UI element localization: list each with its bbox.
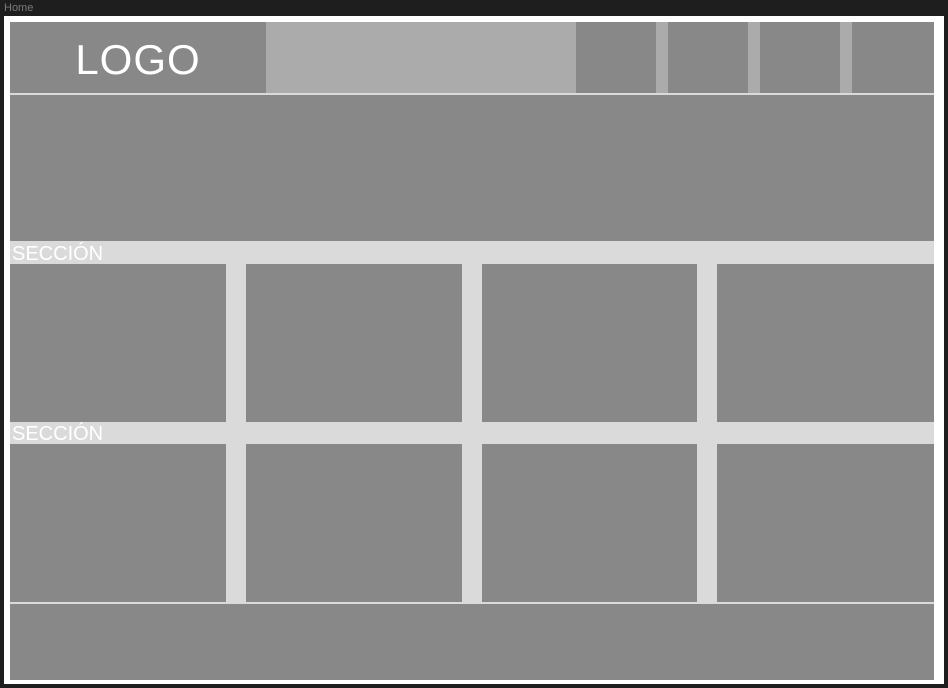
nav-separator <box>748 22 760 93</box>
search-bar[interactable] <box>266 22 576 93</box>
nav-separator <box>656 22 668 93</box>
nav-item-2[interactable] <box>668 22 748 93</box>
logo-block[interactable]: LOGO <box>10 22 266 93</box>
section-1-card-4[interactable] <box>717 264 934 422</box>
footer[interactable] <box>10 604 934 680</box>
section-1-card-2[interactable] <box>246 264 462 422</box>
section-1-card-3[interactable] <box>482 264 697 422</box>
hero-banner[interactable] <box>10 95 934 241</box>
home-wireframe: LOGO SECCIÓN SECCIÓN <box>10 22 934 680</box>
frame-title: Home <box>4 2 34 14</box>
section-2-card-4[interactable] <box>717 444 934 602</box>
nav-item-3[interactable] <box>760 22 840 93</box>
section-2-card-3[interactable] <box>482 444 697 602</box>
nav-item-1[interactable] <box>576 22 656 93</box>
section-1-card-1[interactable] <box>10 264 226 422</box>
logo-text: LOGO <box>75 36 201 83</box>
nav-separator <box>840 22 852 93</box>
section-label: SECCIÓN <box>12 243 104 265</box>
nav-item-4[interactable] <box>852 22 934 93</box>
wireframe-canvas: LOGO SECCIÓN SECCIÓN <box>4 16 944 684</box>
section-2-card-1[interactable] <box>10 444 226 602</box>
section-label: SECCIÓN <box>12 423 104 445</box>
section-2-card-2[interactable] <box>246 444 462 602</box>
